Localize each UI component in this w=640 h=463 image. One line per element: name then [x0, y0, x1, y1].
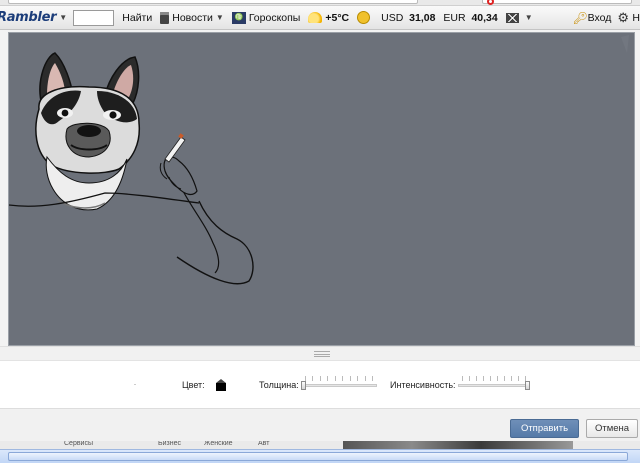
key-icon: 🔑︎ [572, 10, 588, 25]
thickness-ticks [305, 376, 373, 381]
intensity-label: Интенсивность: [390, 380, 456, 390]
usd-value: 31,08 [409, 11, 436, 24]
weather-button[interactable]: +5°C [308, 12, 349, 24]
thickness-thumb[interactable] [301, 381, 306, 390]
browser-search-bar[interactable] [482, 0, 632, 4]
find-label: Найти [122, 11, 153, 24]
slider-tick [349, 376, 351, 381]
drawing [9, 35, 629, 285]
slider-tick [327, 376, 329, 381]
gear-icon: ⚙ [617, 9, 630, 25]
slider-tick [469, 376, 470, 381]
scrollbar-thumb[interactable] [8, 452, 628, 461]
arm-outline [176, 200, 254, 285]
news-label: Новости [172, 11, 213, 24]
login-label: Вход [587, 11, 612, 24]
news-icon [160, 11, 170, 24]
slider-tick [371, 376, 373, 381]
mail-icon [505, 12, 519, 23]
login-button[interactable]: 🔑︎ Вход [573, 12, 612, 24]
slider-tick [364, 376, 366, 381]
chevron-down-icon[interactable]: ▼ [59, 13, 67, 22]
usd-label: USD [381, 11, 404, 24]
separator-dot [134, 384, 136, 385]
resize-splitter[interactable] [0, 346, 640, 360]
slider-tick [476, 376, 477, 381]
rambler-toolbar: Rambler ▼ Найти Новости ▼ ♍ Гороскопы +5… [0, 6, 640, 30]
address-bar[interactable] [8, 0, 418, 4]
slider-tick [483, 376, 484, 381]
horoscope-button[interactable]: ♍ Гороскопы [231, 11, 301, 24]
slider-tick [504, 376, 505, 381]
slider-tick [511, 376, 512, 381]
usd-rate[interactable]: USD 31,08 [381, 12, 435, 24]
bottom-link-services[interactable]: Сервисы [64, 441, 93, 447]
chevron-down-icon[interactable]: ▼ [216, 13, 224, 22]
color-label: Цвет: [182, 380, 205, 390]
drawing-canvas[interactable] [8, 32, 635, 346]
horizontal-scrollbar[interactable] [0, 449, 640, 463]
bottom-link-auto[interactable]: Авт [258, 441, 269, 447]
slider-tick [518, 376, 519, 381]
weather-temperature: +5°C [325, 11, 350, 24]
slider-tick [319, 376, 321, 381]
slider-tick [462, 376, 463, 381]
intensity-slider[interactable] [458, 376, 530, 390]
bottom-link-women[interactable]: Женские [204, 441, 233, 447]
slider-tick [312, 376, 314, 381]
intensity-track [458, 384, 530, 387]
settings-button[interactable]: ⚙ Н [617, 9, 640, 25]
intensity-thumb[interactable] [525, 381, 530, 390]
find-button[interactable]: Найти [122, 12, 152, 24]
grip-icon[interactable] [314, 351, 330, 357]
horoscope-label: Гороскопы [248, 11, 301, 24]
weather-icon [308, 12, 323, 23]
chevron-down-icon[interactable]: ▼ [525, 13, 533, 22]
rambler-logo[interactable]: Rambler [0, 10, 57, 25]
toolbar-search-input[interactable] [73, 9, 115, 26]
thickness-track [301, 384, 377, 387]
settings-label-cut: Н [632, 11, 640, 24]
intensity-ticks [462, 376, 526, 381]
slider-tick [334, 376, 336, 381]
thickness-label: Толщина: [259, 380, 299, 390]
smiley-button[interactable] [357, 11, 373, 24]
slider-tick [490, 376, 491, 381]
mail-button[interactable]: ▼ [505, 12, 533, 23]
bottom-link-business[interactable]: Бизнес [158, 441, 181, 447]
bottom-photo [343, 441, 573, 449]
color-swatch [216, 383, 226, 391]
smiley-icon [357, 11, 371, 24]
eur-rate[interactable]: EUR 40,34 [443, 12, 497, 24]
search-engine-icon [487, 0, 494, 5]
slider-tick [342, 376, 344, 381]
slider-tick [357, 376, 359, 381]
eur-label: EUR [443, 11, 466, 24]
drawing-controls: Цвет: Толщина: Интенсивность: [0, 360, 640, 408]
horoscope-icon: ♍ [231, 11, 246, 24]
cancel-button[interactable]: Отмена [586, 419, 638, 438]
thickness-slider[interactable] [301, 376, 377, 390]
page-below: Сервисы Бизнес Женские Авт [0, 441, 640, 449]
news-button[interactable]: Новости ▼ [160, 11, 224, 24]
slider-tick [497, 376, 498, 381]
send-button[interactable]: Отправить [510, 419, 579, 438]
eur-value: 40,34 [471, 11, 498, 24]
screen: Rambler ▼ Найти Новости ▼ ♍ Гороскопы +5… [0, 0, 640, 463]
color-picker[interactable] [216, 379, 226, 391]
